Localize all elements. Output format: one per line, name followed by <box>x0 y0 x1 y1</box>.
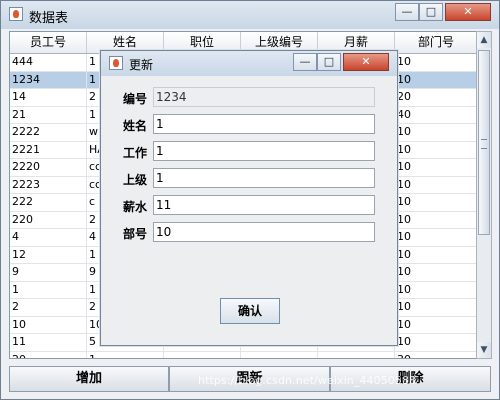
java-app-icon <box>9 7 23 21</box>
table-cell[interactable]: 2221 <box>10 141 87 158</box>
grip-icon <box>481 139 487 149</box>
table-cell[interactable]: 10 <box>395 264 477 281</box>
label-dept: 部号 <box>123 227 148 241</box>
col-header-emp-id[interactable]: 员工号 <box>10 32 87 53</box>
scroll-down-arrow-icon[interactable]: ▼ <box>477 342 491 358</box>
dept-field[interactable]: 10 <box>153 222 375 242</box>
table-cell[interactable]: 12 <box>10 246 87 263</box>
table-cell[interactable]: 9 <box>10 264 87 281</box>
table-cell[interactable] <box>164 351 241 358</box>
maximize-button[interactable]: □ <box>419 3 443 21</box>
id-field: 1234 <box>153 87 375 107</box>
table-cell[interactable]: 444 <box>10 54 87 71</box>
add-button[interactable]: 增加 <box>9 366 169 392</box>
table-cell[interactable]: 2223 <box>10 176 87 193</box>
table-cell[interactable]: 10 <box>10 316 87 333</box>
table-cell[interactable]: 20 <box>395 89 477 106</box>
table-cell[interactable]: 10 <box>395 54 477 71</box>
window-title-bar[interactable]: 数据表 — □ ✕ <box>1 1 499 29</box>
table-cell[interactable]: 10 <box>395 334 477 351</box>
table-cell[interactable]: 10 <box>395 229 477 246</box>
table-cell[interactable]: 222 <box>10 194 87 211</box>
dialog-title-bar[interactable]: 更新 — □ ✕ <box>101 51 397 76</box>
table-cell[interactable]: 4 <box>10 229 87 246</box>
table-cell[interactable]: 1 <box>10 281 87 298</box>
dialog-minimize-button[interactable]: — <box>293 53 317 71</box>
label-name: 姓名 <box>123 119 148 133</box>
table-cell[interactable]: 10 <box>395 299 477 316</box>
label-manager: 上级 <box>123 173 148 187</box>
table-cell[interactable]: 10 <box>395 212 477 229</box>
close-button[interactable]: ✕ <box>445 3 491 21</box>
java-app-icon <box>109 56 123 70</box>
table-cell[interactable]: 2220 <box>10 159 87 176</box>
table-cell[interactable]: 220 <box>10 211 87 228</box>
confirm-button[interactable]: 确认 <box>220 298 280 324</box>
scroll-thumb[interactable] <box>478 50 490 235</box>
table-cell[interactable]: 10 <box>395 247 477 264</box>
dialog-title: 更新 <box>129 58 154 72</box>
table-cell[interactable]: 30 <box>395 352 477 359</box>
table-cell[interactable] <box>318 351 395 358</box>
window-title: 数据表 <box>29 11 69 26</box>
table-row[interactable]: 20 1 30 <box>10 351 477 359</box>
table-cell[interactable]: 11 <box>10 334 87 351</box>
table-cell[interactable]: 10 <box>395 177 477 194</box>
scroll-up-arrow-icon[interactable]: ▲ <box>477 32 491 48</box>
table-cell[interactable]: 21 <box>10 106 87 123</box>
col-header-dept[interactable]: 部门号 <box>395 32 477 53</box>
table-cell[interactable]: 20 <box>10 351 87 358</box>
table-cell[interactable]: 40 <box>395 107 477 124</box>
watermark-text: https://blog.csdn.net/weixin_44050588 <box>198 374 417 387</box>
dialog-close-button[interactable]: ✕ <box>343 53 389 71</box>
label-job: 工作 <box>123 146 148 160</box>
table-cell[interactable]: 1234 <box>10 71 87 88</box>
table-cell[interactable]: 10 <box>395 124 477 141</box>
job-field[interactable]: 1 <box>153 141 375 161</box>
manager-field[interactable]: 1 <box>153 168 375 188</box>
table-cell[interactable]: 1 <box>87 351 164 358</box>
table-cell[interactable]: 10 <box>395 317 477 334</box>
update-dialog: 更新 — □ ✕ 编号 1234 姓名 1 工作 1 上级 1 薪水 11 部号… <box>100 50 398 346</box>
label-salary: 薪水 <box>123 200 148 214</box>
name-field[interactable]: 1 <box>153 114 375 134</box>
table-cell[interactable]: 2222 <box>10 124 87 141</box>
vertical-scrollbar[interactable]: ▲ ▼ <box>476 31 492 359</box>
table-cell[interactable]: 14 <box>10 89 87 106</box>
table-cell[interactable]: 10 <box>395 159 477 176</box>
salary-field[interactable]: 11 <box>153 195 375 215</box>
dialog-maximize-button[interactable]: □ <box>317 53 341 71</box>
table-cell[interactable] <box>241 351 318 358</box>
table-cell[interactable]: 10 <box>395 72 477 89</box>
minimize-button[interactable]: — <box>395 3 419 21</box>
table-cell[interactable]: 10 <box>395 282 477 299</box>
table-cell[interactable]: 10 <box>395 194 477 211</box>
label-id: 编号 <box>123 92 148 106</box>
table-cell[interactable]: 2 <box>10 299 87 316</box>
table-cell[interactable]: 10 <box>395 142 477 159</box>
